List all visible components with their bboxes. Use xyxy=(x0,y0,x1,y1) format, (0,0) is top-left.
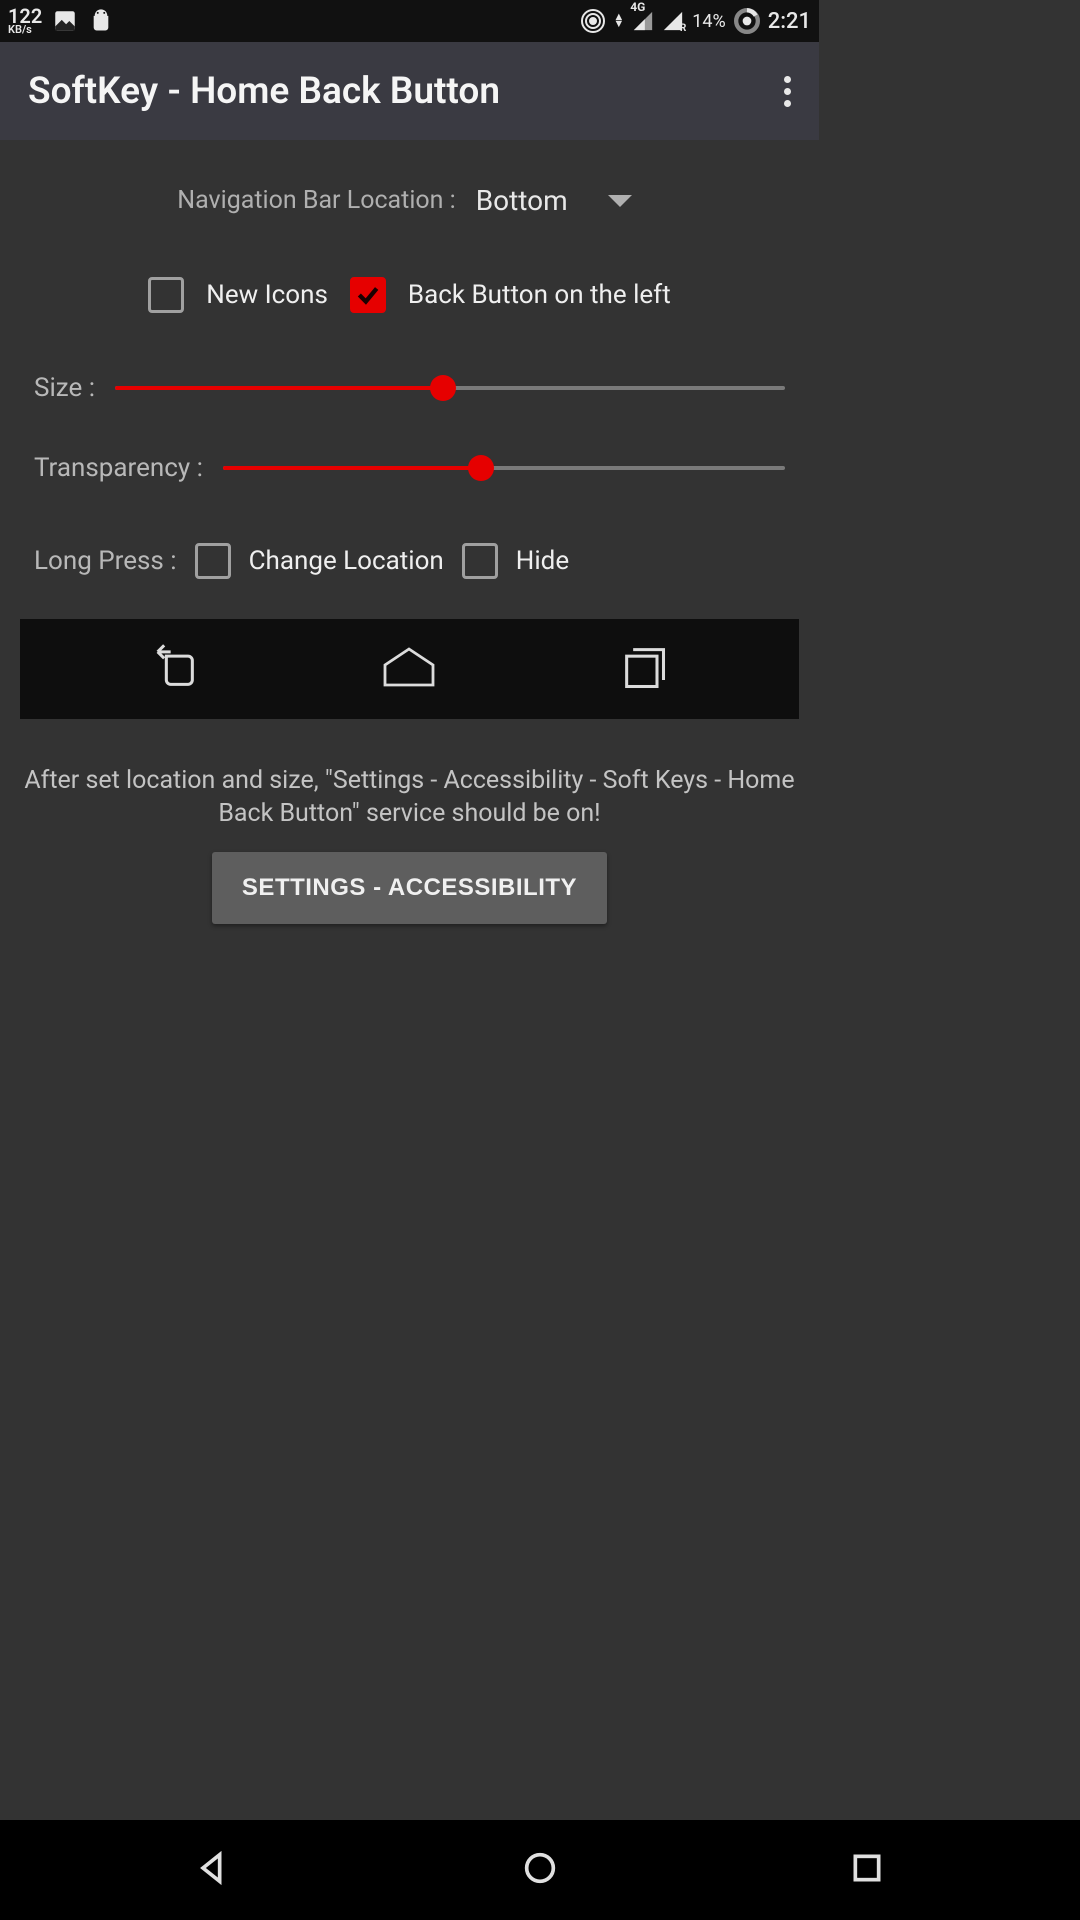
home-icon xyxy=(379,643,439,695)
content-area: Navigation Bar Location : Bottom New Ico… xyxy=(0,140,819,944)
network-speed-unit: KB/s xyxy=(8,25,42,35)
status-left: 122 KB/s xyxy=(8,7,114,35)
status-bar: 122 KB/s ▲▼ 4G R 14% 2:21 xyxy=(0,0,819,42)
slider-thumb[interactable] xyxy=(430,375,456,401)
signal-roaming-icon: R xyxy=(662,10,684,32)
slider-fill xyxy=(223,466,482,470)
transparency-label: Transparency : xyxy=(34,453,203,483)
size-slider[interactable] xyxy=(115,373,785,403)
system-home-button[interactable] xyxy=(520,1848,560,1892)
system-back-button[interactable] xyxy=(193,1848,233,1892)
size-slider-row: Size : xyxy=(20,373,799,403)
data-arrows-icon: ▲▼ xyxy=(613,14,624,27)
signal-4g-icon: 4G xyxy=(632,10,654,32)
app-title: SoftKey - Home Back Button xyxy=(28,70,500,113)
hotspot-icon xyxy=(581,9,605,33)
transparency-slider-row: Transparency : xyxy=(20,453,799,483)
new-icons-label: New Icons xyxy=(206,280,328,310)
long-press-label: Long Press : xyxy=(34,546,177,576)
long-press-row: Long Press : Change Location Hide xyxy=(20,543,799,579)
recents-icon xyxy=(618,641,670,697)
hide-checkbox[interactable] xyxy=(462,543,498,579)
size-label: Size : xyxy=(34,373,95,403)
slider-fill xyxy=(115,386,443,390)
change-location-label: Change Location xyxy=(249,546,444,576)
back-icon xyxy=(149,641,201,697)
nav-location-label: Navigation Bar Location : xyxy=(177,186,455,215)
instruction-text: After set location and size, "Settings -… xyxy=(20,765,799,830)
overflow-menu-icon[interactable] xyxy=(784,76,791,107)
settings-accessibility-button[interactable]: SETTINGS - ACCESSIBILITY xyxy=(212,852,607,924)
photos-notification-icon xyxy=(52,8,78,34)
chevron-down-icon xyxy=(608,195,632,207)
system-nav-bar xyxy=(0,1820,1080,1920)
nav-location-dropdown[interactable]: Bottom xyxy=(466,180,642,221)
status-clock: 2:21 xyxy=(768,9,811,34)
status-right: ▲▼ 4G R 14% 2:21 xyxy=(581,8,811,34)
back-left-label: Back Button on the left xyxy=(408,280,671,310)
app-bar: SoftKey - Home Back Button xyxy=(0,42,819,140)
android-debug-icon xyxy=(88,8,114,34)
back-left-checkbox[interactable] xyxy=(350,277,386,313)
change-location-checkbox[interactable] xyxy=(195,543,231,579)
battery-circle-icon xyxy=(734,8,760,34)
slider-thumb[interactable] xyxy=(468,455,494,481)
system-recents-button[interactable] xyxy=(847,1848,887,1892)
nav-location-value: Bottom xyxy=(476,184,568,217)
new-icons-checkbox[interactable] xyxy=(148,277,184,313)
checkbox-row: New Icons Back Button on the left xyxy=(20,277,799,313)
network-speed-indicator: 122 KB/s xyxy=(8,7,42,35)
transparency-slider[interactable] xyxy=(223,453,785,483)
hide-label: Hide xyxy=(516,546,569,576)
battery-percent: 14% xyxy=(692,11,725,32)
nav-location-row: Navigation Bar Location : Bottom xyxy=(20,180,799,221)
navbar-preview xyxy=(20,619,799,719)
